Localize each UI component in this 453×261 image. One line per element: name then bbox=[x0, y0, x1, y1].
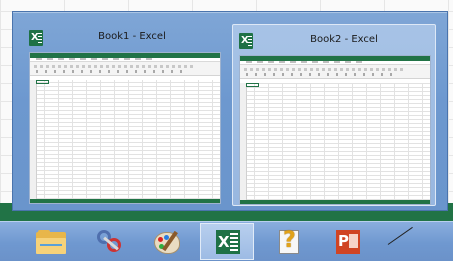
taskbar-button-paint[interactable] bbox=[140, 223, 194, 260]
excel-icon: X bbox=[212, 228, 242, 256]
thumbnail-preview bbox=[239, 55, 431, 205]
excel-icon: X bbox=[29, 30, 43, 46]
taskbar-button-help[interactable]: ? bbox=[262, 223, 316, 260]
pointer-line bbox=[387, 226, 413, 245]
powerpoint-icon: P bbox=[332, 228, 362, 256]
folder-icon bbox=[36, 229, 66, 254]
thumbnail-title: Book2 - Excel bbox=[310, 34, 378, 45]
thumbnail-title: Book1 - Excel bbox=[98, 31, 166, 42]
excel-icon: X bbox=[239, 33, 253, 49]
palette-icon bbox=[152, 228, 182, 256]
taskbar: X ? P bbox=[0, 221, 453, 261]
window-thumbnail-book1[interactable]: X Book1 - Excel bbox=[23, 28, 221, 206]
scissors-icon bbox=[94, 228, 124, 256]
taskbar-button-excel[interactable]: X bbox=[200, 223, 254, 260]
taskbar-button-powerpoint[interactable]: P bbox=[320, 223, 374, 260]
taskbar-button-snipping-tool[interactable] bbox=[82, 223, 136, 260]
help-icon: ? bbox=[274, 228, 304, 256]
thumbnail-preview bbox=[29, 52, 221, 204]
window-peek-popup: X Book1 - Excel X Book2 - Excel bbox=[12, 11, 448, 211]
window-thumbnail-book2[interactable]: X Book2 - Excel bbox=[232, 24, 436, 206]
taskbar-button-file-explorer[interactable] bbox=[24, 223, 78, 260]
